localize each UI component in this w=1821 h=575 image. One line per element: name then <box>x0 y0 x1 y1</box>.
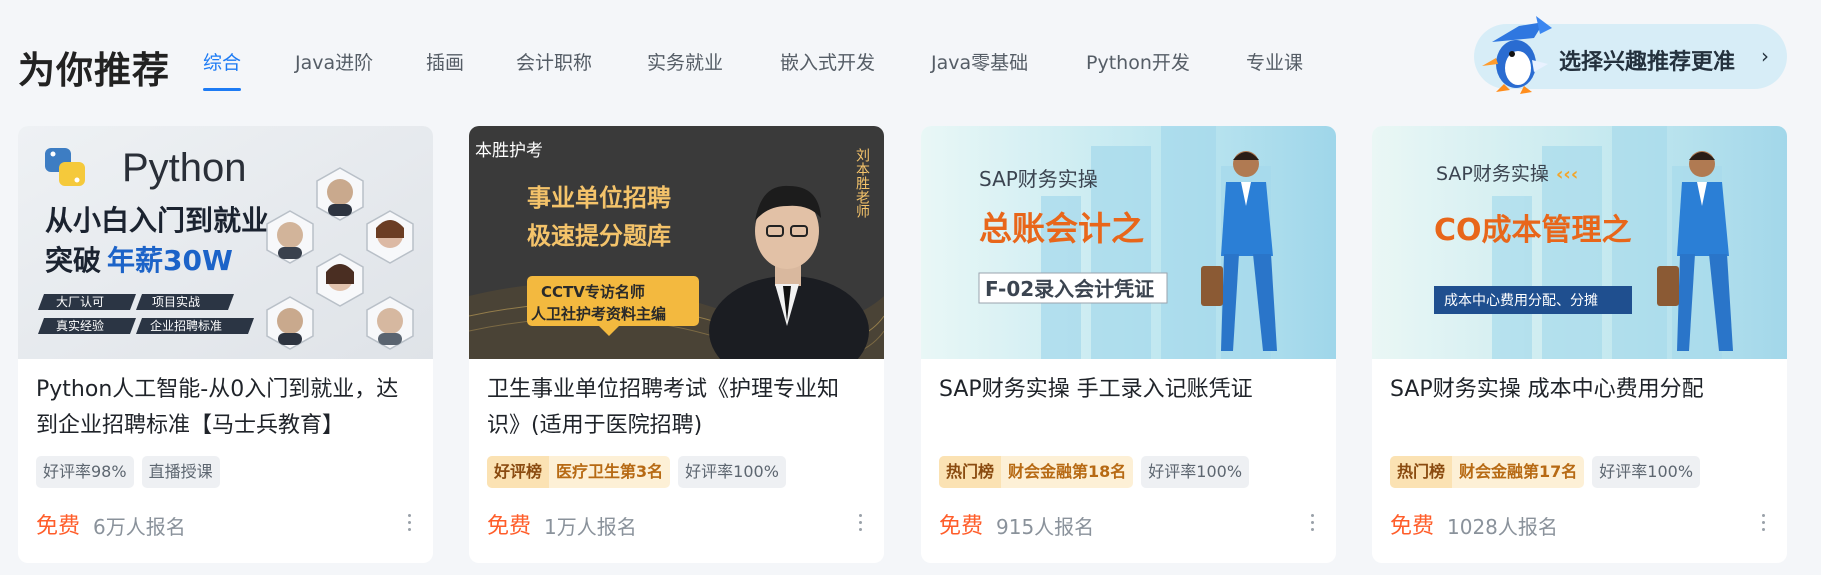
tab-accounting-title[interactable]: 会计职称 <box>516 48 592 90</box>
svg-text:成本中心费用分配、分摊: 成本中心费用分配、分摊 <box>1444 293 1598 309</box>
price-label: 免费 <box>36 514 81 539</box>
ranking-text: 医疗卫生第3名 <box>556 462 664 481</box>
live-badge: 直播授课 <box>141 456 220 488</box>
course-card-list: Python 从小白入门到就业 突破 年薪30W 大厂认可 项目实战 真实经验 … <box>18 126 1808 563</box>
course-thumbnail: 本胜护考 事业单位招聘 极速提分题库 CCTV专访名师 人卫社护考资料主编 刘本… <box>469 126 884 359</box>
svg-text:从小白入门到就业: 从小白入门到就业 <box>45 204 269 237</box>
enrollment-count: 915人报名 <box>996 515 1095 539</box>
course-title[interactable]: Python人工智能-从0入门到就业，达到企业招聘标准【马士兵教育】 <box>36 372 416 444</box>
choose-interests-button[interactable]: 选择兴趣推荐更准 › <box>1474 16 1787 94</box>
ranking-badge: 好评榜 医疗卫生第3名 <box>487 456 671 488</box>
course-title[interactable]: 卫生事业单位招聘考试《护理专业知识》(适用于医院招聘) <box>487 372 867 444</box>
more-options-icon[interactable] <box>1305 510 1319 536</box>
course-badges: 好评榜 医疗卫生第3名 好评率100% <box>487 456 786 490</box>
ranking-badge: 热门榜 财会金融第18名 <box>939 456 1134 488</box>
course-badges: 热门榜 财会金融第17名 好评率100% <box>1390 456 1701 490</box>
svg-text:年薪30W: 年薪30W <box>107 244 233 277</box>
tab-java-advanced[interactable]: Java进阶 <box>295 48 373 90</box>
svg-text:大厂认可: 大厂认可 <box>56 295 104 309</box>
section-title: 为你推荐 <box>18 49 170 92</box>
svg-text:真实经验: 真实经验 <box>56 318 104 333</box>
rating-badge: 好评率98% <box>36 456 134 488</box>
enrollment-count: 6万人报名 <box>93 515 186 539</box>
tab-professional-course[interactable]: 专业课 <box>1246 48 1303 90</box>
course-thumbnail: SAP财务实操 总账会计之 F-02录入会计凭证 <box>921 126 1336 359</box>
svg-text:总账会计之: 总账会计之 <box>979 209 1144 248</box>
price-label: 免费 <box>1390 514 1435 539</box>
price-row: 免费 6万人报名 <box>36 508 416 542</box>
course-thumbnail: SAP财务实操 ‹‹‹ CO成本管理之 成本中心费用分配、分摊 <box>1372 126 1787 359</box>
tab-python-dev[interactable]: Python开发 <box>1086 48 1190 90</box>
course-thumbnail: Python 从小白入门到就业 突破 年薪30W 大厂认可 项目实战 真实经验 … <box>18 126 433 359</box>
svg-text:突破: 突破 <box>45 244 101 277</box>
choose-interests-label: 选择兴趣推荐更准 <box>1559 50 1736 75</box>
svg-text:F-02录入会计凭证: F-02录入会计凭证 <box>985 277 1154 301</box>
svg-text:本胜护考: 本胜护考 <box>475 141 543 161</box>
ranking-badge: 热门榜 财会金融第17名 <box>1390 456 1585 488</box>
course-badges: 热门榜 财会金融第18名 好评率100% <box>939 456 1250 490</box>
svg-text:极速提分题库: 极速提分题库 <box>527 222 671 250</box>
course-card[interactable]: 本胜护考 事业单位招聘 极速提分题库 CCTV专访名师 人卫社护考资料主编 刘本… <box>469 126 884 563</box>
svg-text:Python: Python <box>122 146 247 190</box>
tab-practical-employment[interactable]: 实务就业 <box>647 48 723 90</box>
ranking-tag: 热门榜 <box>1390 456 1453 488</box>
svg-text:SAP财务实操: SAP财务实操 <box>979 167 1098 191</box>
recommend-header: 为你推荐 综合 Java进阶 插画 会计职称 实务就业 嵌入式开发 Java零基… <box>0 0 1821 110</box>
course-card[interactable]: SAP财务实操 ‹‹‹ CO成本管理之 成本中心费用分配、分摊 SAP财务实操 … <box>1372 126 1787 563</box>
tab-comprehensive[interactable]: 综合 <box>203 48 242 91</box>
more-options-icon[interactable] <box>853 510 867 536</box>
ranking-tag: 好评榜 <box>487 456 550 488</box>
svg-text:‹‹‹: ‹‹‹ <box>1556 164 1578 185</box>
ranking-text: 财会金融第18名 <box>1008 462 1127 481</box>
enrollment-count: 1028人报名 <box>1447 515 1558 539</box>
ranking-tag: 热门榜 <box>939 456 1002 488</box>
course-title[interactable]: SAP财务实操 手工录入记账凭证 <box>939 372 1319 408</box>
more-options-icon[interactable] <box>402 510 416 536</box>
tab-embedded-dev[interactable]: 嵌入式开发 <box>780 48 875 90</box>
tab-java-zero-basics[interactable]: Java零基础 <box>931 48 1028 90</box>
course-card[interactable]: Python 从小白入门到就业 突破 年薪30W 大厂认可 项目实战 真实经验 … <box>18 126 433 563</box>
svg-text:SAP财务实操: SAP财务实操 <box>1436 163 1549 185</box>
more-options-icon[interactable] <box>1756 510 1770 536</box>
course-card[interactable]: SAP财务实操 总账会计之 F-02录入会计凭证 SAP财务实操 手工录入记账凭… <box>921 126 1336 563</box>
svg-text:CCTV专访名师: CCTV专访名师 <box>541 283 645 301</box>
rating-badge: 好评率100% <box>1141 456 1250 488</box>
enrollment-count: 1万人报名 <box>544 515 637 539</box>
price-label: 免费 <box>939 514 984 539</box>
price-row: 免费 915人报名 <box>939 508 1319 542</box>
ranking-text: 财会金融第17名 <box>1459 462 1578 481</box>
tab-illustration[interactable]: 插画 <box>426 48 464 90</box>
svg-text:刘本胜老师: 刘本胜老师 <box>854 148 870 218</box>
svg-text:项目实战: 项目实战 <box>152 294 200 309</box>
price-row: 免费 1万人报名 <box>487 508 867 542</box>
course-title[interactable]: SAP财务实操 成本中心费用分配 <box>1390 372 1770 408</box>
penguin-mascot-icon <box>1482 16 1552 94</box>
course-badges: 好评率98% 直播授课 <box>36 456 220 490</box>
price-row: 免费 1028人报名 <box>1390 508 1770 542</box>
svg-text:人卫社护考资料主编: 人卫社护考资料主编 <box>531 305 666 323</box>
price-label: 免费 <box>487 514 532 539</box>
svg-text:企业招聘标准: 企业招聘标准 <box>150 318 222 333</box>
svg-text:事业单位招聘: 事业单位招聘 <box>527 184 671 212</box>
svg-text:CO成本管理之: CO成本管理之 <box>1434 213 1632 248</box>
rating-badge: 好评率100% <box>678 456 786 488</box>
rating-badge: 好评率100% <box>1592 456 1701 488</box>
chevron-right-icon: › <box>1761 44 1769 68</box>
